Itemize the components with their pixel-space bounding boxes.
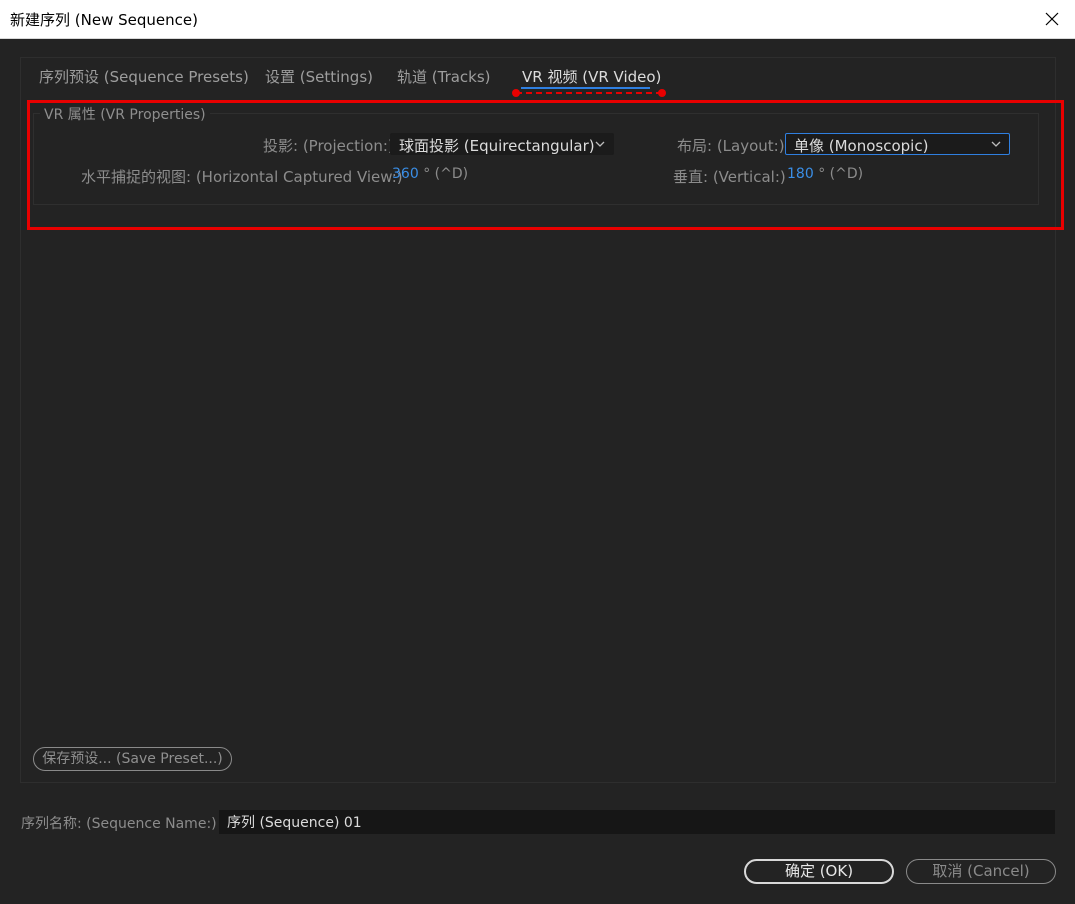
tab-vr-video[interactable]: VR 视频 (VR Video)	[522, 66, 661, 87]
save-preset-button[interactable]: 保存预设... (Save Preset...)	[33, 747, 232, 771]
sequence-name-label: 序列名称: (Sequence Name:)	[21, 816, 217, 832]
close-icon	[1045, 12, 1059, 26]
tab-settings[interactable]: 设置 (Settings)	[265, 66, 373, 87]
tab-sequence-presets[interactable]: 序列预设 (Sequence Presets)	[39, 66, 249, 87]
annotation-dashed-line	[516, 92, 662, 94]
cancel-button[interactable]: 取消 (Cancel)	[906, 859, 1056, 884]
ok-button[interactable]: 确定 (OK)	[744, 859, 894, 884]
tab-tracks[interactable]: 轨道 (Tracks)	[397, 66, 491, 87]
active-tab-indicator	[521, 87, 650, 89]
close-button[interactable]	[1029, 0, 1075, 38]
title-bar: 新建序列 (New Sequence)	[0, 0, 1075, 39]
annotation-dot-right	[658, 89, 666, 97]
sequence-name-input[interactable]	[219, 810, 1055, 834]
annotation-dot-left	[512, 89, 520, 97]
annotation-highlight-box	[27, 100, 1064, 230]
window-title: 新建序列 (New Sequence)	[10, 11, 198, 29]
